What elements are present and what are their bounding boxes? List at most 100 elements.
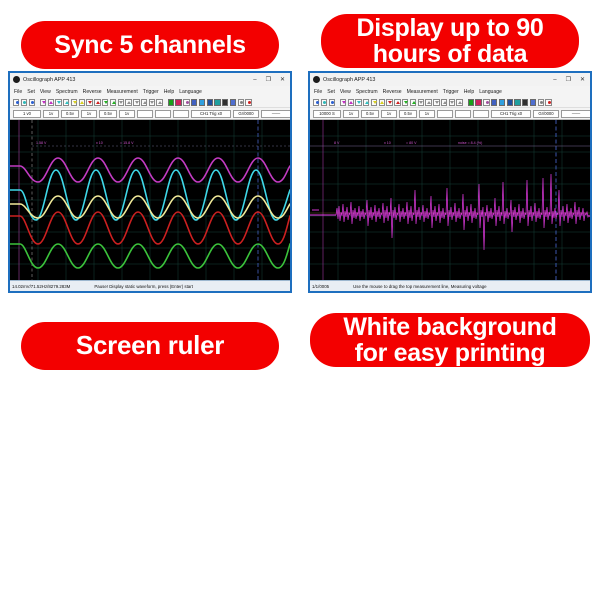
ch3-up-icon[interactable] — [378, 98, 386, 106]
ch1-down-icon[interactable] — [39, 98, 47, 106]
menu-spectrum[interactable]: Spectrum — [56, 89, 78, 95]
param-field-9[interactable]: CH1 Trig x0 — [491, 109, 531, 118]
menu-reverse[interactable]: Reverse — [383, 89, 402, 95]
ch1-down-icon[interactable] — [339, 98, 347, 106]
menu-trigger[interactable]: Trigger — [143, 89, 159, 95]
ch7-down-icon[interactable] — [433, 98, 440, 106]
close-icon[interactable] — [545, 98, 552, 106]
menu-view[interactable]: View — [40, 89, 51, 95]
ch4-up-icon[interactable] — [94, 98, 101, 106]
menu-help[interactable]: Help — [164, 89, 174, 95]
ch5-up-icon[interactable] — [109, 98, 117, 106]
window-icon[interactable] — [498, 98, 506, 106]
menu-trigger[interactable]: Trigger — [443, 89, 459, 95]
battery-icon[interactable] — [222, 98, 229, 106]
param-field-4[interactable]: 0.5v — [99, 109, 117, 118]
ch6-down-icon[interactable] — [117, 98, 124, 106]
menu-language[interactable]: Language — [479, 89, 502, 95]
ch7-up-icon[interactable] — [440, 98, 448, 106]
ch2-down-icon[interactable] — [355, 98, 362, 106]
ch5-up-icon[interactable] — [409, 98, 417, 106]
grid-icon[interactable] — [490, 98, 498, 106]
close-icon[interactable] — [245, 98, 252, 106]
param-field-11[interactable]: —— — [561, 109, 590, 118]
wave-icon[interactable] — [483, 98, 490, 106]
record-icon[interactable] — [475, 98, 482, 106]
ch8-down-icon[interactable] — [448, 98, 456, 106]
grid-icon[interactable] — [190, 98, 198, 106]
param-field-10[interactable]: Gr/0000 — [233, 109, 259, 118]
move-icon[interactable] — [328, 98, 335, 106]
ch7-down-icon[interactable] — [133, 98, 140, 106]
ch7-up-icon[interactable] — [140, 98, 148, 106]
param-field-1[interactable]: 1v — [43, 109, 59, 118]
ch8-up-icon[interactable] — [156, 98, 163, 106]
ch3-up-icon[interactable] — [78, 98, 86, 106]
param-field-2[interactable]: 0.5v — [61, 109, 79, 118]
maximize-icon[interactable]: ❐ — [566, 77, 571, 83]
param-field-0[interactable]: 10000 S — [313, 109, 341, 118]
param-field-0[interactable]: 1 v0 — [13, 109, 41, 118]
open-icon[interactable] — [514, 98, 521, 106]
trigger-icon[interactable] — [20, 98, 28, 106]
ch5-down-icon[interactable] — [101, 98, 109, 106]
param-field-8[interactable] — [473, 109, 489, 118]
menu-help[interactable]: Help — [464, 89, 474, 95]
close-icon[interactable]: ✕ — [280, 77, 285, 83]
param-field-3[interactable]: 1v — [381, 109, 397, 118]
ch6-up-icon[interactable] — [425, 98, 432, 106]
param-field-3[interactable]: 1v — [81, 109, 97, 118]
param-field-5[interactable]: 1v — [419, 109, 435, 118]
wave-icon[interactable] — [183, 98, 190, 106]
pause-icon[interactable] — [167, 98, 175, 106]
param-field-9[interactable]: CH1 Trig x0 — [191, 109, 231, 118]
display-icon[interactable] — [229, 98, 237, 106]
ch1-up-icon[interactable] — [47, 98, 54, 106]
param-field-2[interactable]: 0.5v — [361, 109, 379, 118]
param-field-7[interactable] — [455, 109, 471, 118]
save-icon[interactable] — [206, 98, 213, 106]
menu-set[interactable]: Set — [327, 89, 335, 95]
param-field-6[interactable] — [437, 109, 453, 118]
menu-measurement[interactable]: Measurement — [107, 89, 138, 95]
menu-file[interactable]: File — [314, 89, 322, 95]
ch5-down-icon[interactable] — [401, 98, 409, 106]
menu-reverse[interactable]: Reverse — [83, 89, 102, 95]
param-field-7[interactable] — [155, 109, 171, 118]
save-icon[interactable] — [506, 98, 513, 106]
cursor-icon[interactable] — [13, 98, 20, 106]
display-icon[interactable] — [529, 98, 537, 106]
menu-file[interactable]: File — [14, 89, 22, 95]
minimize-icon[interactable]: – — [553, 77, 556, 83]
param-field-10[interactable]: Gr/0000 — [533, 109, 559, 118]
param-field-6[interactable] — [137, 109, 153, 118]
ch8-up-icon[interactable] — [456, 98, 463, 106]
record-icon[interactable] — [175, 98, 182, 106]
ch2-up-icon[interactable] — [63, 98, 70, 106]
param-field-4[interactable]: 0.5v — [399, 109, 417, 118]
ch6-up-icon[interactable] — [125, 98, 132, 106]
ch2-up-icon[interactable] — [363, 98, 370, 106]
param-field-1[interactable]: 1v — [343, 109, 359, 118]
ch8-down-icon[interactable] — [148, 98, 156, 106]
ch4-down-icon[interactable] — [386, 98, 393, 106]
trigger-icon[interactable] — [320, 98, 328, 106]
menu-spectrum[interactable]: Spectrum — [356, 89, 378, 95]
move-icon[interactable] — [28, 98, 35, 106]
menu-set[interactable]: Set — [27, 89, 35, 95]
ch1-up-icon[interactable] — [347, 98, 354, 106]
ch4-down-icon[interactable] — [86, 98, 93, 106]
menu-language[interactable]: Language — [179, 89, 202, 95]
ch3-down-icon[interactable] — [370, 98, 378, 106]
ch6-down-icon[interactable] — [417, 98, 424, 106]
window-icon[interactable] — [198, 98, 206, 106]
settings-icon[interactable] — [237, 98, 245, 106]
waveform-display-2[interactable]: 8 V x 10 = 80 V noise = 8.4 (%) — [310, 120, 590, 280]
ch3-down-icon[interactable] — [70, 98, 78, 106]
param-field-8[interactable] — [173, 109, 189, 118]
battery-icon[interactable] — [522, 98, 529, 106]
param-field-5[interactable]: 1v — [119, 109, 135, 118]
menu-view[interactable]: View — [340, 89, 351, 95]
ch2-down-icon[interactable] — [55, 98, 62, 106]
close-icon[interactable]: ✕ — [580, 77, 585, 83]
